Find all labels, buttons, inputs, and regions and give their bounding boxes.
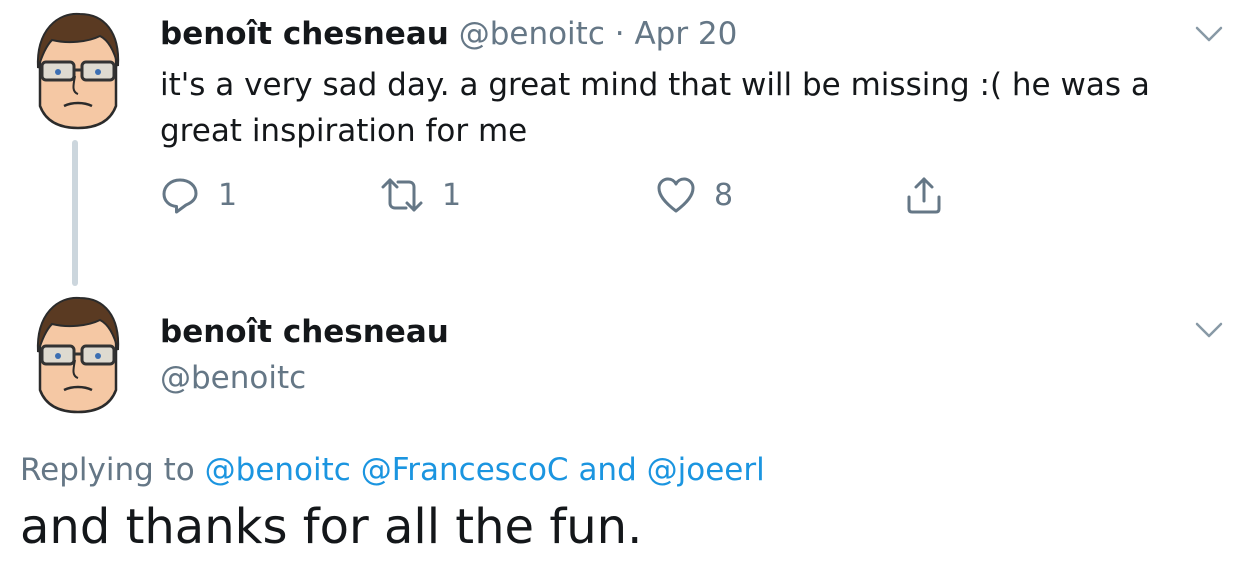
like-button[interactable]: 8: [656, 172, 733, 218]
like-count: 8: [714, 177, 734, 213]
replying-prefix: Replying to: [20, 452, 195, 488]
tweet-2: benoît chesneau @benoitc Replying to @be…: [0, 290, 1244, 579]
share-icon: [907, 177, 941, 214]
mentions-joiner: and: [578, 452, 637, 488]
tweet-1: benoît chesneau @benoitc · Apr 20 it's a…: [0, 0, 1244, 290]
avatar[interactable]: [30, 294, 126, 416]
header-separator: ·: [614, 16, 625, 52]
reply-icon: [162, 178, 198, 214]
avatar[interactable]: [30, 10, 126, 132]
replying-to: Replying to @benoitc @FrancescoC and @jo…: [20, 448, 765, 492]
retweet-count: 1: [442, 177, 462, 213]
author-name[interactable]: benoît chesneau: [160, 310, 449, 354]
like-icon: [657, 177, 695, 213]
tweet-1-header: benoît chesneau @benoitc · Apr 20: [160, 12, 737, 56]
mention-link[interactable]: @benoitc: [205, 452, 351, 488]
share-button[interactable]: [904, 172, 944, 218]
avatar-face-icon: [36, 296, 120, 414]
chevron-down-icon[interactable]: [1194, 320, 1224, 340]
author-name[interactable]: benoît chesneau: [160, 16, 449, 52]
retweet-icon: [381, 178, 423, 212]
author-handle[interactable]: @benoitc: [459, 16, 605, 52]
reply-count: 1: [218, 177, 238, 213]
chevron-down-icon[interactable]: [1194, 24, 1224, 44]
tweet-2-text: and thanks for all the fun.: [20, 499, 643, 555]
author-handle[interactable]: @benoitc: [160, 356, 306, 400]
thread-connector-line: [72, 140, 78, 286]
mention-link[interactable]: @joeerl: [647, 452, 765, 488]
tweet-1-text: it's a very sad day. a great mind that w…: [160, 67, 1150, 149]
tweet-date[interactable]: Apr 20: [634, 16, 737, 52]
retweet-button[interactable]: 1: [380, 172, 461, 218]
avatar-face-icon: [36, 12, 120, 130]
reply-button[interactable]: 1: [160, 172, 237, 218]
mention-link[interactable]: @FrancescoC: [361, 452, 569, 488]
